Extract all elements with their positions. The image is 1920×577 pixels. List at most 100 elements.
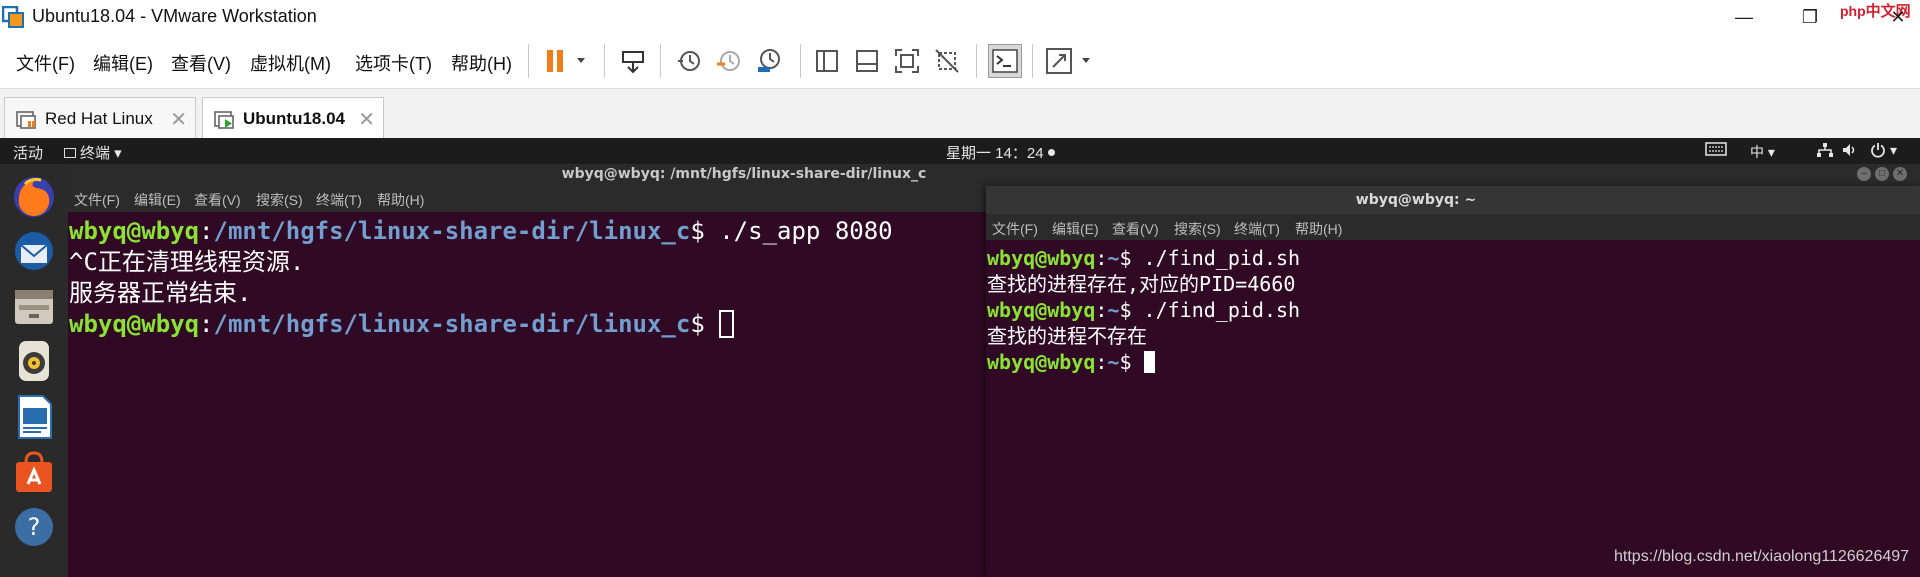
show-thumbnail-bar-button[interactable] xyxy=(850,44,884,78)
term-menu-terminal[interactable]: 终端(T) xyxy=(1234,219,1280,239)
notification-dot-icon xyxy=(1047,149,1055,156)
minimize-icon[interactable]: – xyxy=(1857,167,1871,181)
toolbar-separator xyxy=(604,44,605,78)
vm-running-tab-icon xyxy=(214,111,234,129)
terminal-output[interactable]: wbyq@wbyq:/mnt/hgfs/linux-share-dir/linu… xyxy=(69,216,893,340)
text-cursor xyxy=(719,310,735,338)
libreoffice-writer-icon[interactable] xyxy=(11,394,57,440)
tab-ubuntu[interactable]: Ubuntu18.04 ✕ xyxy=(202,97,384,140)
terminal-title: wbyq@wbyq: ~ xyxy=(1355,192,1477,208)
terminal-headerbar[interactable]: wbyq@wbyq: /mnt/hgfs/linux-share-dir/lin… xyxy=(68,164,1920,184)
command-text xyxy=(1132,350,1144,374)
restore-button[interactable]: ❐ xyxy=(1796,4,1824,30)
stretch-icon xyxy=(1046,48,1090,74)
text-cursor xyxy=(1143,351,1155,373)
maximize-icon[interactable]: □ xyxy=(1875,167,1889,181)
revert-snapshot-button[interactable] xyxy=(712,44,746,78)
terminal-line: ^C正在清理线程资源. xyxy=(69,248,305,276)
toolbar-separator xyxy=(528,44,529,78)
toolbar-separator xyxy=(800,44,801,78)
clock[interactable]: 星期一 14：24 xyxy=(946,142,1055,163)
guest-display[interactable]: 活动 终端 ▾ 星期一 14：24 中 ▾ ▾ ? wbyq@wbyq: /mn… xyxy=(0,138,1920,577)
send-ctrl-alt-del-button[interactable] xyxy=(616,44,650,78)
snapshot-manager-button[interactable] xyxy=(752,44,786,78)
system-menu-arrow-icon[interactable]: ▾ xyxy=(1890,142,1897,159)
minimize-button[interactable]: — xyxy=(1730,4,1758,30)
snapshot-button[interactable] xyxy=(672,44,706,78)
svg-text:?: ? xyxy=(28,513,41,541)
close-button[interactable]: ✕ xyxy=(1884,4,1912,30)
software-center-icon[interactable] xyxy=(11,450,57,496)
snapshot-clock-icon xyxy=(678,51,700,71)
terminal-window-secondary[interactable]: wbyq@wbyq: ~ 文件(F) 编辑(E) 查看(V) 搜索(S) 终端(… xyxy=(986,186,1920,577)
thunderbird-icon[interactable] xyxy=(11,228,57,274)
terminal-line: wbyq@wbyq:/mnt/hgfs/linux-share-dir/linu… xyxy=(69,309,893,340)
terminal-line: wbyq@wbyq:/mnt/hgfs/linux-share-dir/linu… xyxy=(69,217,893,245)
full-screen-button[interactable] xyxy=(890,44,924,78)
terminal-line: 查找的进程存在,对应的PID=4660 xyxy=(987,272,1296,296)
terminal-title: wbyq@wbyq: /mnt/hgfs/linux-share-dir/lin… xyxy=(561,166,927,182)
menu-help[interactable]: 帮助(H) xyxy=(451,50,512,76)
term-menu-file[interactable]: 文件(F) xyxy=(74,190,120,210)
activities-button[interactable]: 活动 xyxy=(13,142,43,163)
term-menu-view[interactable]: 查看(V) xyxy=(1112,219,1159,239)
tab-red-hat-linux[interactable]: Red Hat Linux ✕ xyxy=(4,97,196,139)
title-bar: Ubuntu18.04 - VMware Workstation — ❐ php… xyxy=(0,0,1920,34)
prompt-path: ~ xyxy=(1107,298,1120,322)
term-menu-help[interactable]: 帮助(H) xyxy=(1295,219,1342,239)
menu-edit[interactable]: 编辑(E) xyxy=(93,50,153,76)
volume-icon[interactable] xyxy=(1842,142,1858,161)
toolbar-separator xyxy=(1032,44,1033,78)
csdn-watermark: https://blog.csdn.net/xiaolong1126626497 xyxy=(1614,548,1910,565)
tab-close-icon[interactable]: ✕ xyxy=(170,107,187,132)
library-panel-icon xyxy=(816,50,838,72)
pause-icon xyxy=(547,50,585,72)
help-icon[interactable]: ? xyxy=(11,504,57,550)
pause-button[interactable] xyxy=(538,44,594,78)
unity-mode-button[interactable] xyxy=(930,44,964,78)
terminal-headerbar[interactable]: wbyq@wbyq: ~ xyxy=(986,186,1920,214)
show-library-button[interactable] xyxy=(810,44,844,78)
terminal-line: wbyq@wbyq:~$ xyxy=(987,349,1300,375)
prompt-path: ~ xyxy=(1107,350,1120,374)
files-icon[interactable] xyxy=(11,284,57,330)
clock-text: 星期一 14：24 xyxy=(946,145,1044,162)
prompt-path: /mnt/hgfs/linux-share-dir/linux_c xyxy=(213,310,691,338)
input-method-menu[interactable]: 中 ▾ xyxy=(1750,142,1775,162)
term-menu-edit[interactable]: 编辑(E) xyxy=(1052,219,1099,239)
keyboard-icon[interactable] xyxy=(1705,142,1727,159)
tab-close-icon[interactable]: ✕ xyxy=(358,107,375,132)
window-title: Ubuntu18.04 - VMware Workstation xyxy=(32,6,317,26)
firefox-icon[interactable] xyxy=(11,174,57,220)
vm-tab-icon xyxy=(16,110,36,129)
term-menu-terminal[interactable]: 终端(T) xyxy=(316,190,362,210)
term-menu-file[interactable]: 文件(F) xyxy=(992,219,1038,239)
stretch-guest-button[interactable] xyxy=(1044,44,1098,78)
term-menu-help[interactable]: 帮助(H) xyxy=(377,190,424,210)
app-menu-label: 终端 ▾ xyxy=(80,145,122,162)
menu-tabs[interactable]: 选项卡(T) xyxy=(355,50,432,76)
menu-view[interactable]: 查看(V) xyxy=(171,50,231,76)
terminal-console-icon xyxy=(992,49,1018,73)
term-menu-search[interactable]: 搜索(S) xyxy=(256,190,303,210)
toolbar-separator xyxy=(660,44,661,78)
unity-mode-icon xyxy=(935,49,959,73)
prompt-user: wbyq@wbyq xyxy=(69,310,200,338)
prompt-user: wbyq@wbyq xyxy=(987,246,1096,270)
term-menu-view[interactable]: 查看(V) xyxy=(194,190,241,210)
console-view-button[interactable] xyxy=(988,44,1022,78)
term-menu-edit[interactable]: 编辑(E) xyxy=(134,190,181,210)
command-text xyxy=(705,310,719,338)
terminal-output[interactable]: wbyq@wbyq:~$ ./find_pid.sh 查找的进程存在,对应的PID… xyxy=(987,245,1300,375)
prompt-user: wbyq@wbyq xyxy=(987,298,1096,322)
prompt-user: wbyq@wbyq xyxy=(987,350,1096,374)
term-menu-search[interactable]: 搜索(S) xyxy=(1174,219,1221,239)
close-icon[interactable]: ✕ xyxy=(1893,167,1907,181)
menu-file[interactable]: 文件(F) xyxy=(16,50,75,76)
rhythmbox-icon[interactable] xyxy=(11,338,57,384)
menu-vm[interactable]: 虚拟机(M) xyxy=(250,50,331,76)
network-icon[interactable] xyxy=(1816,142,1834,161)
power-icon[interactable] xyxy=(1870,142,1886,161)
app-menu[interactable]: 终端 ▾ xyxy=(64,142,122,163)
menu-toolbar: 文件(F) 编辑(E) 查看(V) 虚拟机(M) 选项卡(T) 帮助(H) xyxy=(0,34,1920,88)
